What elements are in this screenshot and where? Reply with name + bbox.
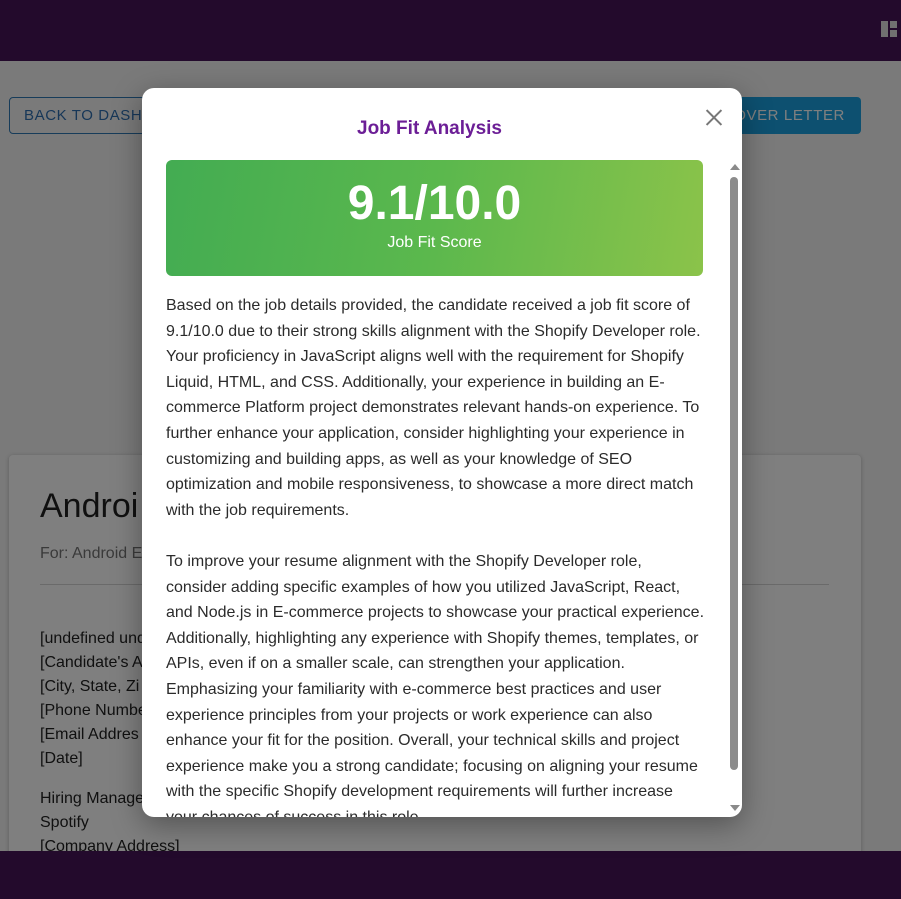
score-value: 9.1/10.0 <box>347 177 522 230</box>
analysis-text: Based on the job details provided, the c… <box>166 293 706 817</box>
modal-title: Job Fit Analysis <box>357 118 502 139</box>
job-fit-modal: Job Fit Analysis 9.1/10.0 Job Fit Score … <box>142 88 742 817</box>
analysis-paragraph: To improve your resume alignment with th… <box>166 552 705 817</box>
job-fit-score-card: 9.1/10.0 Job Fit Score <box>166 160 703 276</box>
modal-scrollbar[interactable] <box>728 164 740 816</box>
scrollbar-thumb[interactable] <box>730 177 738 770</box>
modal-scroll-content[interactable]: 9.1/10.0 Job Fit Score Based on the job … <box>166 160 706 817</box>
score-label: Job Fit Score <box>387 234 482 251</box>
analysis-paragraph: Based on the job details provided, the c… <box>166 297 701 519</box>
scroll-up-arrow-icon[interactable] <box>730 164 740 170</box>
close-icon[interactable] <box>704 107 724 127</box>
scroll-down-arrow-icon[interactable] <box>730 805 740 811</box>
